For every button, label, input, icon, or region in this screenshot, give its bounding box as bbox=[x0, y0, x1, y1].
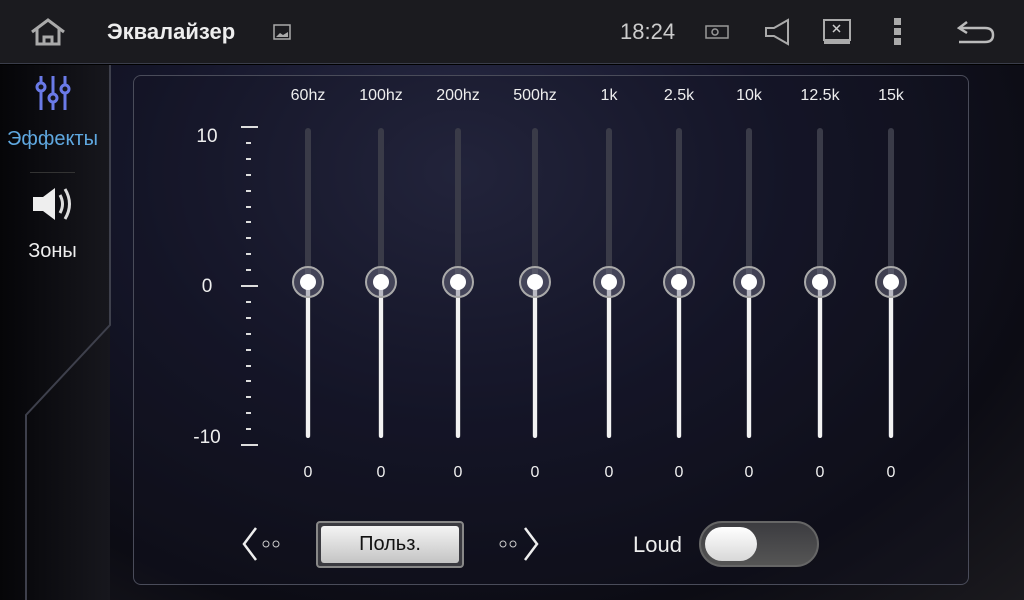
minor-tick bbox=[246, 428, 251, 431]
band-frequency-label: 100hz bbox=[359, 87, 403, 104]
minor-tick bbox=[246, 364, 251, 367]
minor-tick bbox=[246, 221, 251, 224]
band-slider-fill bbox=[818, 283, 822, 438]
speaker-icon bbox=[32, 188, 71, 220]
wallpaper-button[interactable] bbox=[270, 0, 294, 64]
minor-tick bbox=[246, 141, 251, 144]
minor-tick bbox=[246, 157, 251, 160]
back-icon bbox=[957, 21, 995, 44]
loud-label: Loud bbox=[633, 532, 682, 557]
minor-tick bbox=[246, 189, 251, 192]
back-button[interactable] bbox=[955, 0, 997, 64]
band-value: 0 bbox=[886, 464, 896, 481]
minor-tick bbox=[246, 316, 251, 319]
home-button[interactable] bbox=[22, 0, 74, 64]
sidebar-item-effects[interactable]: Эффекты bbox=[0, 74, 105, 151]
page-title: Эквалайзер bbox=[107, 19, 236, 44]
band-slider-knob[interactable] bbox=[292, 266, 324, 298]
minor-tick bbox=[246, 380, 251, 383]
band-value: 0 bbox=[604, 464, 614, 481]
band-slider-knob[interactable] bbox=[442, 266, 474, 298]
screenshot-button[interactable] bbox=[704, 0, 730, 64]
preset-button[interactable]: Польз. bbox=[316, 521, 464, 568]
band-value: 0 bbox=[744, 464, 754, 481]
chevron-left-icon bbox=[242, 527, 280, 561]
minor-tick bbox=[246, 205, 251, 208]
band-slider-knob[interactable] bbox=[733, 266, 765, 298]
menu-button[interactable] bbox=[888, 0, 908, 64]
scale-max-label: 10 bbox=[196, 126, 218, 147]
band-slider-fill bbox=[889, 283, 893, 438]
band-slider-fill bbox=[306, 283, 310, 438]
minor-tick bbox=[246, 173, 251, 176]
minor-tick bbox=[246, 300, 251, 303]
band-slider-knob[interactable] bbox=[663, 266, 695, 298]
volume-button[interactable] bbox=[763, 0, 793, 64]
band-frequency-label: 12.5k bbox=[800, 87, 840, 104]
home-icon bbox=[31, 18, 65, 46]
scale-min-label: -10 bbox=[193, 427, 221, 448]
equalizer-icon bbox=[35, 76, 70, 110]
image-icon bbox=[273, 24, 291, 40]
major-tick bbox=[241, 285, 258, 287]
band-slider-knob[interactable] bbox=[365, 266, 397, 298]
next-preset-button[interactable] bbox=[495, 526, 541, 562]
preset-label: Польз. bbox=[321, 526, 459, 563]
band-value: 0 bbox=[303, 464, 313, 481]
minor-tick bbox=[246, 412, 251, 415]
band-slider-fill bbox=[677, 283, 681, 438]
band-frequency-label: 10k bbox=[736, 87, 762, 104]
band-slider-knob[interactable] bbox=[804, 266, 836, 298]
minor-tick bbox=[246, 237, 251, 240]
band-slider-fill bbox=[747, 283, 751, 438]
minor-tick bbox=[246, 269, 251, 272]
band-frequency-label: 2.5k bbox=[663, 87, 695, 104]
clock: 18:24 bbox=[620, 19, 676, 44]
screen-off-button[interactable] bbox=[822, 0, 852, 64]
camera-icon bbox=[705, 25, 729, 39]
toggle-knob bbox=[705, 527, 757, 561]
sidebar-item-zones[interactable]: Зоны bbox=[0, 184, 105, 263]
band-slider-fill bbox=[607, 283, 611, 438]
equalizer-panel bbox=[133, 75, 969, 585]
band-frequency-label: 15k bbox=[878, 87, 904, 104]
major-tick bbox=[241, 126, 258, 128]
minor-tick bbox=[246, 253, 251, 256]
band-frequency-label: 60hz bbox=[290, 87, 326, 104]
band-frequency-label: 1k bbox=[600, 87, 618, 104]
band-value: 0 bbox=[815, 464, 825, 481]
minor-tick bbox=[246, 396, 251, 399]
top-bar: Эквалайзер 18:24 bbox=[0, 0, 1024, 64]
chevron-right-icon bbox=[499, 527, 539, 561]
major-tick bbox=[241, 444, 258, 446]
band-slider-knob[interactable] bbox=[593, 266, 625, 298]
minor-tick bbox=[246, 348, 251, 351]
more-vertical-icon bbox=[894, 18, 901, 45]
band-slider-knob[interactable] bbox=[875, 266, 907, 298]
sidebar-item-label: Эффекты bbox=[7, 128, 98, 150]
band-slider-knob[interactable] bbox=[519, 266, 551, 298]
band-slider-fill bbox=[379, 283, 383, 438]
band-value: 0 bbox=[376, 464, 386, 481]
band-value: 0 bbox=[530, 464, 540, 481]
band-slider-fill bbox=[456, 283, 460, 438]
sidebar-item-label: Зоны bbox=[28, 240, 77, 262]
screen-off-icon bbox=[823, 19, 851, 44]
loud-toggle[interactable] bbox=[699, 521, 819, 567]
scale-mid-label: 0 bbox=[201, 276, 213, 297]
band-frequency-label: 500hz bbox=[513, 87, 557, 104]
previous-preset-button[interactable] bbox=[240, 526, 286, 562]
minor-tick bbox=[246, 332, 251, 335]
divider bbox=[30, 172, 75, 173]
band-value: 0 bbox=[453, 464, 463, 481]
speaker-icon bbox=[765, 18, 789, 46]
band-slider-fill bbox=[533, 283, 537, 438]
band-value: 0 bbox=[674, 464, 684, 481]
band-frequency-label: 200hz bbox=[436, 87, 480, 104]
